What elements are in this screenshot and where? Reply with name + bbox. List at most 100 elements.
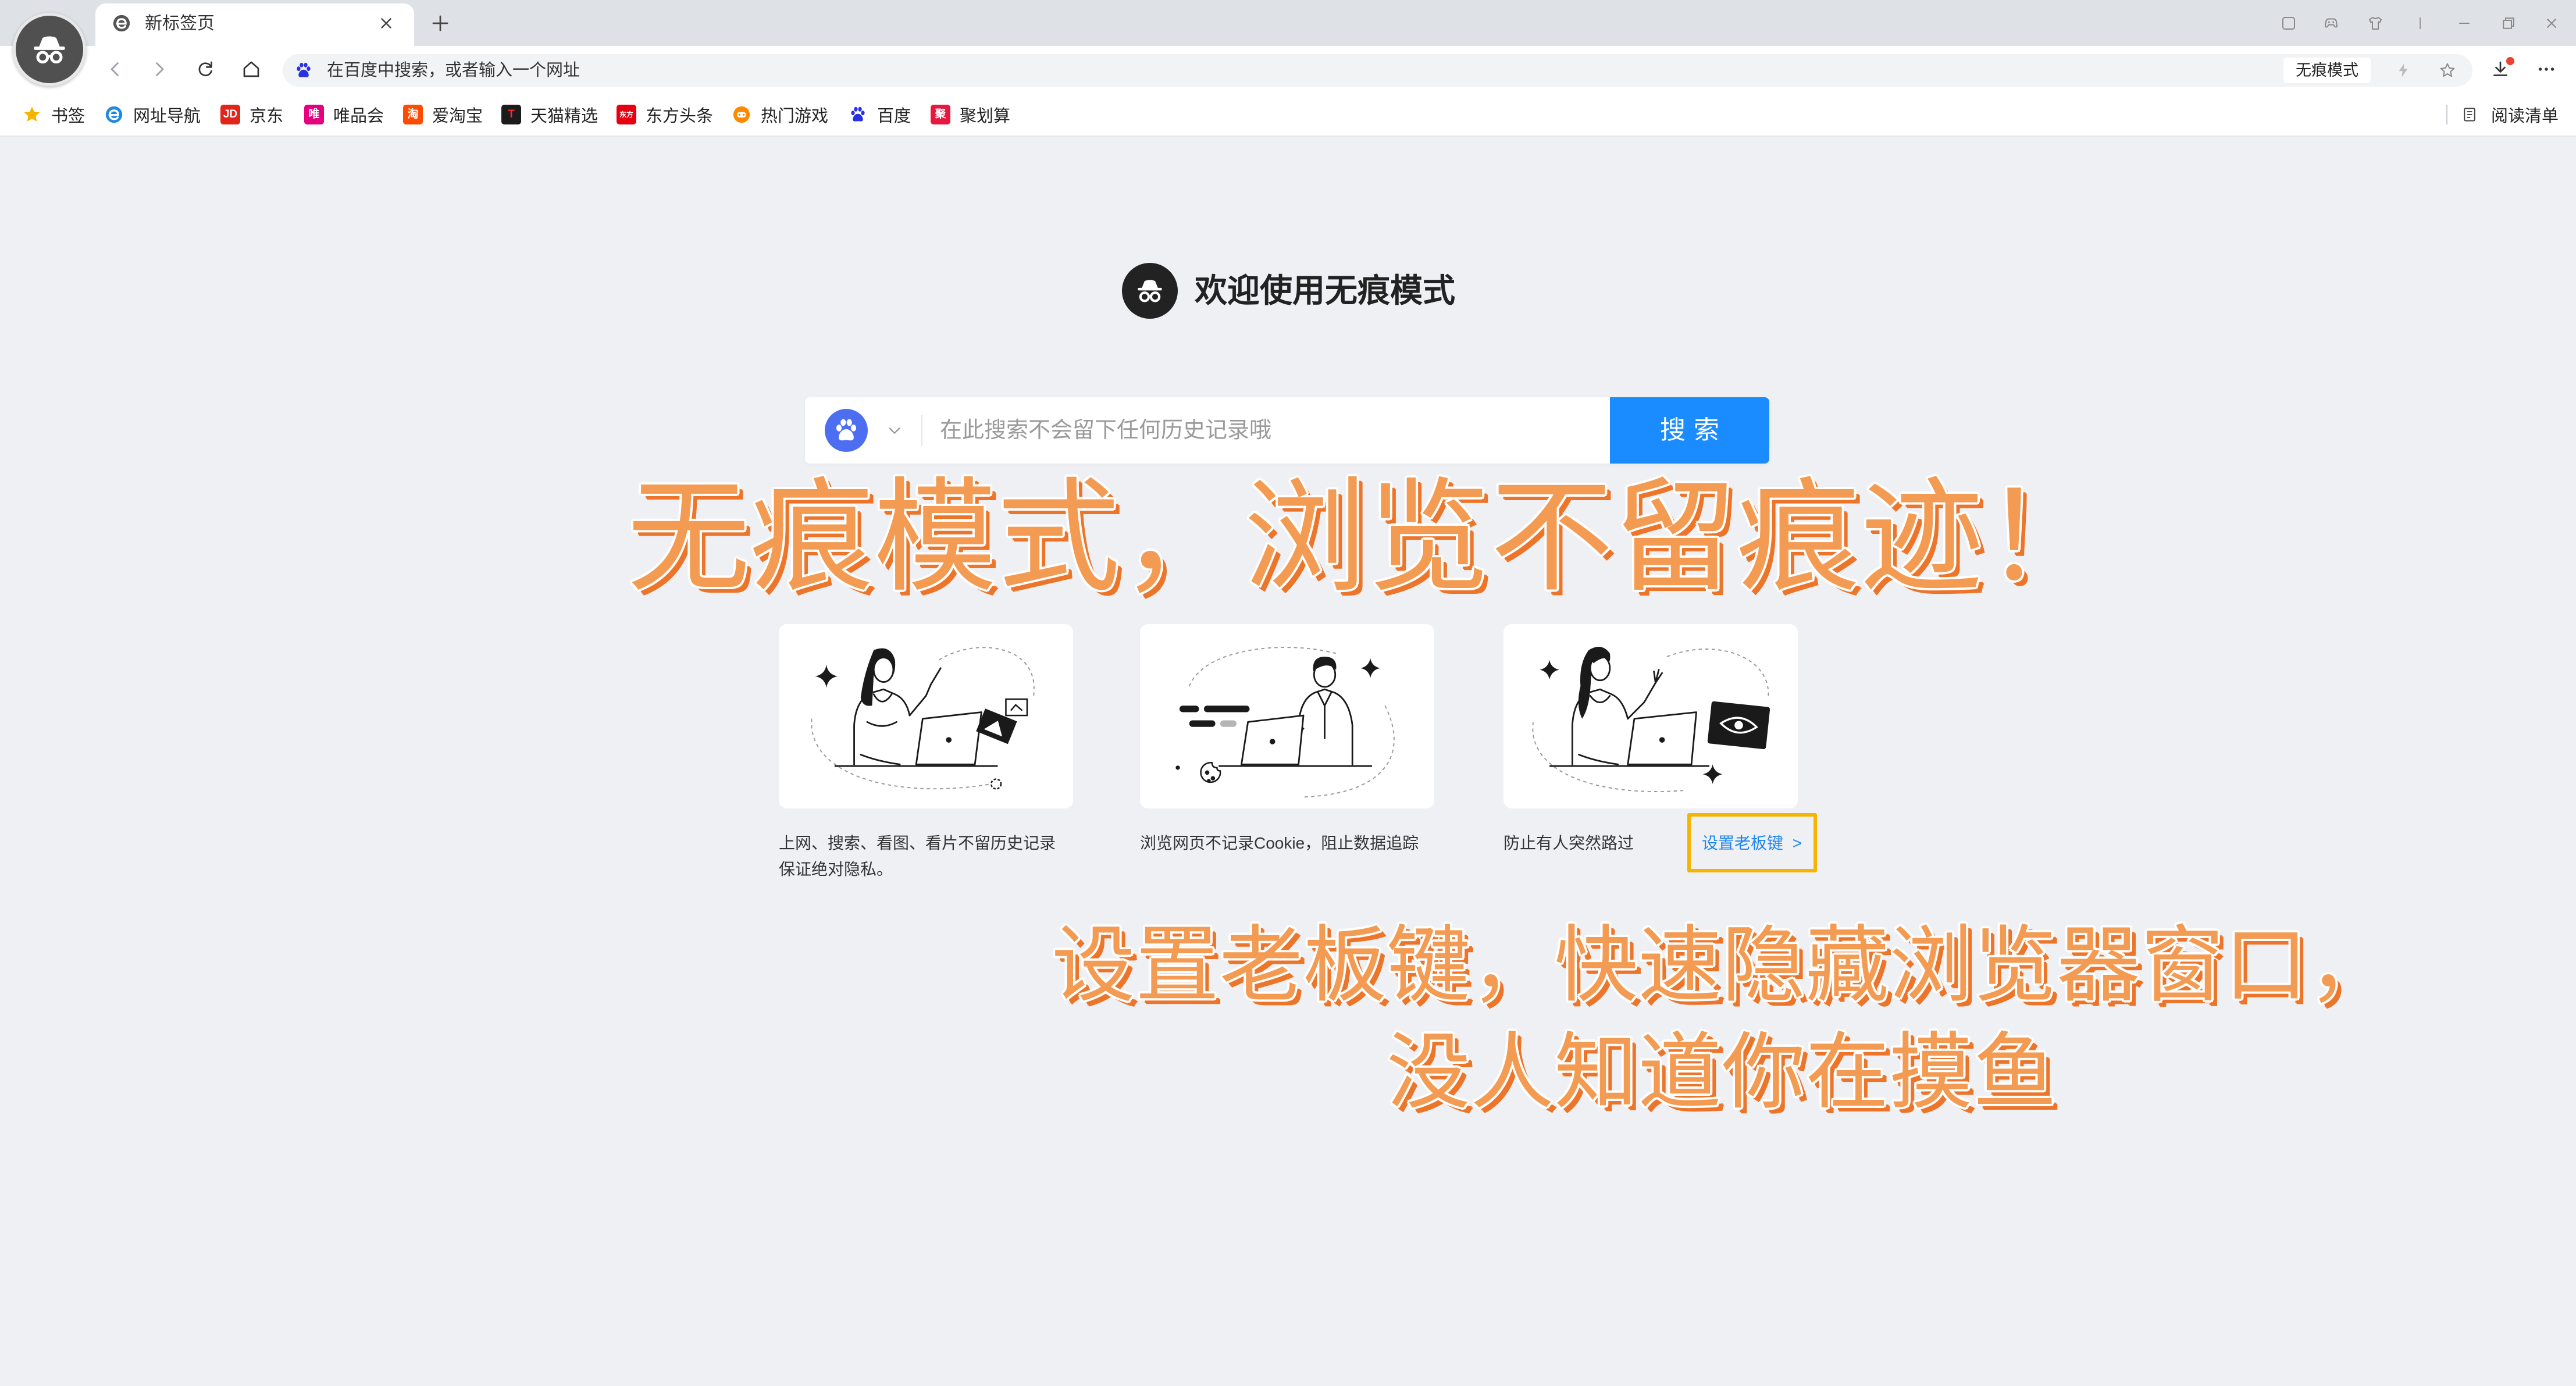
bookmark-label: 唯品会 — [333, 106, 384, 126]
hidden-screen-eye-icon — [1707, 701, 1770, 750]
bookmark-vip[interactable]: 唯 唯品会 — [304, 92, 384, 137]
highlight-box — [1687, 813, 1817, 872]
bookmarks-bar: 书签 网址导航 JD 京东 唯 唯品会 淘 爱淘宝 T 天猫精选 东方 东方头条… — [0, 92, 2576, 137]
back-icon[interactable] — [105, 59, 126, 80]
home-icon[interactable] — [241, 59, 262, 80]
sidebar-icon[interactable] — [2280, 15, 2297, 32]
bookmark-juhuasuan[interactable]: 聚 聚划算 — [931, 92, 1010, 137]
photo-cards — [976, 698, 1028, 744]
page-title: 欢迎使用无痕模式 — [1195, 272, 1455, 309]
taobao-logo-icon: 淘 — [403, 104, 423, 124]
window-close-icon[interactable] — [2543, 15, 2560, 32]
search-divider — [921, 415, 922, 446]
close-icon[interactable] — [377, 15, 395, 32]
reading-list-icon — [2464, 107, 2475, 122]
address-input[interactable]: 在百度中搜索，或者输入一个网址 — [327, 54, 580, 87]
lightning-icon[interactable] — [2395, 62, 2412, 79]
bookmark-label: 东方头条 — [646, 106, 714, 126]
feature-caption-no-cookie: 浏览网页不记录Cookie，阻止数据追踪 — [1140, 830, 1419, 856]
bookmark-bookmarks[interactable]: 书签 — [22, 92, 85, 137]
reading-list-label: 阅读清单 — [2491, 106, 2559, 126]
sparkle-icon — [1360, 658, 1380, 678]
dashed-arc — [1666, 649, 1769, 700]
tab-title: 新标签页 — [145, 14, 215, 33]
bookmark-tmall[interactable]: T 天猫精选 — [501, 92, 598, 137]
illustration-no-cookie — [1175, 647, 1395, 798]
incognito-avatar[interactable] — [13, 13, 86, 86]
incognito-logo — [1122, 263, 1178, 319]
illustration-boss-key — [1532, 647, 1770, 792]
caption-line: 上网、搜索、看图、看片不留历史记录 — [779, 834, 1056, 852]
window-controls-divider — [2420, 17, 2421, 29]
dashed-arc — [1303, 705, 1395, 798]
bookmarks-divider — [2446, 105, 2447, 124]
baidu-paw-icon — [297, 62, 311, 77]
browser-logo-icon — [113, 15, 130, 32]
bookmark-site-nav[interactable]: 网址导航 — [104, 92, 201, 137]
search-input[interactable]: 在此搜索不会留下任何历史记录哦 — [940, 397, 1271, 464]
laptop — [1218, 714, 1372, 767]
nav-e-icon — [105, 106, 123, 123]
dashed-arc — [938, 647, 1035, 696]
sparkle-icon — [1702, 764, 1723, 784]
star-icon[interactable] — [2438, 61, 2457, 80]
boss-key-annotation: 设置老板键，快速隐藏浏览器窗口， 没人知道你在摸鱼 — [1035, 912, 2408, 1126]
laptop — [834, 711, 998, 767]
bookmark-label: 天猫精选 — [530, 106, 598, 126]
sparkle-icon — [815, 665, 838, 688]
baidu-paw-icon — [836, 419, 857, 441]
bookmark-label: 书签 — [51, 106, 85, 126]
bookmark-label: 百度 — [877, 106, 911, 126]
vip-logo-icon: 唯 — [304, 104, 324, 124]
incognito-mode-badge[interactable]: 无痕模式 — [2283, 58, 2371, 83]
bookmark-eastday[interactable]: 东方 东方头条 — [617, 92, 713, 137]
cursor-icon — [990, 778, 1002, 790]
gamepad-icon[interactable] — [2322, 15, 2340, 32]
caption-line: 浏览网页不记录Cookie，阻止数据追踪 — [1140, 834, 1419, 852]
caption-line: 防止有人突然路过 — [1503, 834, 1634, 852]
feature-card-boss-key — [1503, 624, 1798, 808]
search-engine-selector[interactable] — [825, 409, 868, 452]
feature-caption-no-history: 上网、搜索、看图、看片不留历史记录 保证绝对隐私。 — [779, 830, 1056, 882]
annotation-line: 没人知道你在摸鱼 — [1386, 1025, 2057, 1119]
incognito-icon — [1138, 280, 1162, 302]
chevron-down-icon[interactable] — [886, 422, 903, 439]
annotation-line: 设置老板键，快速隐藏浏览器窗口， — [1051, 918, 2392, 1012]
bookmark-label: 热门游戏 — [761, 106, 829, 126]
tracking-bars — [1179, 706, 1250, 727]
bookmark-label: 网址导航 — [133, 106, 201, 126]
plus-icon[interactable] — [430, 13, 451, 34]
tab-new-tab[interactable]: 新标签页 — [95, 3, 414, 46]
illustration-no-history — [811, 647, 1035, 790]
reading-list-button[interactable]: 阅读清单 — [2461, 92, 2559, 137]
jd-logo-icon: JD — [220, 104, 240, 124]
bookmark-label: 爱淘宝 — [432, 106, 483, 126]
restore-icon[interactable] — [2500, 15, 2517, 32]
reload-icon[interactable] — [195, 59, 216, 80]
feature-card-no-cookie — [1140, 624, 1434, 808]
navigation-toolbar: 在百度中搜索，或者输入一个网址 无痕模式 — [0, 46, 2576, 92]
star-icon — [24, 106, 40, 122]
skin-icon[interactable] — [2367, 15, 2384, 32]
address-bar[interactable]: 在百度中搜索，或者输入一个网址 无痕模式 — [283, 54, 2472, 87]
search-button[interactable]: 搜索 — [1610, 397, 1769, 464]
bookmark-ai-taobao[interactable]: 淘 爱淘宝 — [403, 92, 483, 137]
more-icon[interactable] — [2536, 59, 2557, 80]
bookmark-hot-games[interactable]: 热门游戏 — [732, 92, 828, 137]
search-box: 在此搜索不会留下任何历史记录哦 搜索 — [805, 397, 1769, 464]
forward-icon[interactable] — [149, 59, 170, 80]
bookmark-baidu[interactable]: 百度 — [848, 92, 911, 137]
incognito-avatar-icon — [34, 36, 65, 64]
sparkle-icon — [1540, 660, 1559, 680]
eastday-logo-icon: 东方 — [617, 104, 636, 124]
minimize-icon[interactable] — [2456, 15, 2473, 32]
headline-annotation: 无痕模式，浏览不留痕迹！ — [627, 468, 2107, 606]
download-notification-dot — [2506, 57, 2514, 65]
juhuasuan-logo-icon: 聚 — [931, 104, 950, 124]
bookmark-jd[interactable]: JD 京东 — [220, 92, 283, 137]
sparkle-dot — [1175, 765, 1180, 770]
caption-line: 保证绝对隐私。 — [779, 860, 893, 878]
cookie-icon — [1200, 762, 1221, 783]
game-icon — [733, 106, 750, 123]
bookmark-label: 京东 — [250, 106, 284, 126]
